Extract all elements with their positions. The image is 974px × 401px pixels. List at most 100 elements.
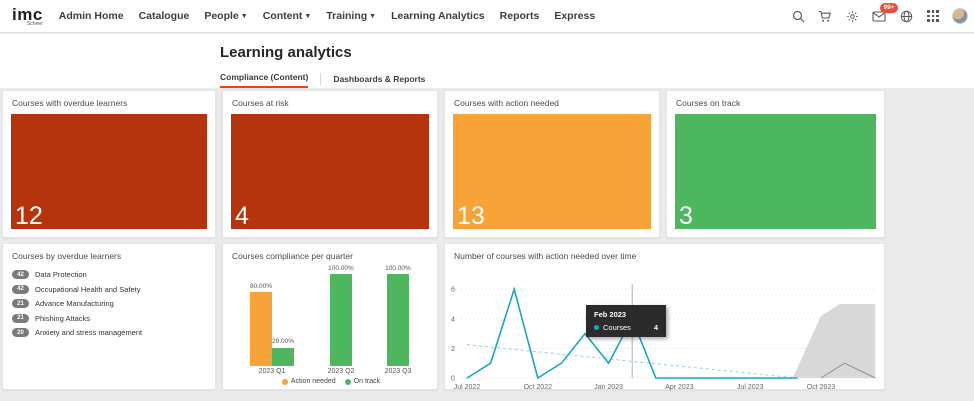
kpi-value: 3 [679, 203, 693, 229]
kpi-color-block: 3 [675, 114, 876, 229]
list-card-title: Courses by overdue learners [12, 251, 121, 261]
kpi-title: Courses at risk [232, 98, 289, 108]
kpi-color-block: 4 [231, 114, 429, 229]
x-axis-label: 2023 Q1 [242, 368, 302, 375]
svg-text:Jul 2022: Jul 2022 [454, 384, 481, 391]
svg-text:Oct 2022: Oct 2022 [524, 384, 553, 391]
course-name: Phishing Attacks [35, 314, 90, 323]
course-name: Occupational Health and Safety [35, 285, 140, 294]
legend-on-track[interactable]: On track [345, 378, 380, 385]
bar-chart-plot: 80.00% 20.00% 100.00% 100.00% [223, 274, 439, 366]
overdue-course-list: 42 Data Protection 42 Occupational Healt… [12, 270, 207, 343]
list-item[interactable]: 21 Advance Manufacturing [12, 299, 207, 308]
cart-icon[interactable] [817, 8, 833, 24]
page-title: Learning analytics [220, 44, 352, 61]
top-navbar: imc Scheer Admin Home Catalogue People▼ … [0, 0, 974, 33]
bar-value-label: 20.00% [261, 338, 305, 345]
legend-action-needed[interactable]: Action needed [282, 378, 336, 385]
line-chart-title: Number of courses with action needed ove… [454, 251, 636, 261]
svg-text:6: 6 [451, 287, 455, 294]
bar-chart-legend: Action needed On track [223, 378, 439, 385]
svg-text:Jul 2023: Jul 2023 [737, 384, 764, 391]
svg-text:Apr 2023: Apr 2023 [665, 384, 694, 391]
legend-label: On track [354, 378, 380, 385]
list-item[interactable]: 20 Anxiety and stress management [12, 328, 207, 337]
nav-reports[interactable]: Reports [500, 10, 540, 22]
x-axis-label: 2023 Q3 [368, 368, 428, 375]
user-avatar[interactable] [952, 8, 968, 24]
card-courses-by-overdue-learners: Courses by overdue learners 42 Data Prot… [2, 243, 216, 390]
kpi-value: 13 [457, 203, 485, 229]
card-compliance-per-quarter: Courses compliance per quarter 80.00% 20… [222, 243, 438, 390]
chevron-down-icon: ▼ [369, 13, 376, 20]
bar-q1-on-track[interactable]: 20.00% [272, 274, 294, 366]
globe-icon[interactable] [898, 8, 914, 24]
tab-dashboards-reports[interactable]: Dashboards & Reports [333, 74, 425, 88]
legend-dot [282, 379, 288, 385]
kpi-title: Courses with overdue learners [12, 98, 127, 108]
logo-text: imc [12, 6, 43, 23]
nav-admin-home[interactable]: Admin Home [59, 10, 124, 22]
search-icon[interactable] [790, 8, 806, 24]
course-name: Anxiety and stress management [35, 328, 142, 337]
list-item[interactable]: 21 Phishing Attacks [12, 314, 207, 323]
svg-text:4: 4 [451, 316, 455, 323]
count-badge: 42 [12, 270, 29, 279]
legend-dot [345, 379, 351, 385]
bar-chart-title: Courses compliance per quarter [232, 251, 353, 261]
kpi-card-courses-at-risk[interactable]: Courses at risk 4 [222, 90, 438, 238]
tab-divider [320, 73, 321, 85]
kpi-title: Courses on track [676, 98, 740, 108]
card-action-needed-over-time: Number of courses with action needed ove… [444, 243, 885, 390]
svg-text:2: 2 [451, 346, 455, 353]
kpi-color-block: 13 [453, 114, 651, 229]
list-item[interactable]: 42 Occupational Health and Safety [12, 285, 207, 294]
navbar-actions: 99+ [790, 8, 974, 24]
kpi-color-block: 12 [11, 114, 207, 229]
count-badge: 21 [12, 314, 29, 323]
tab-bar: Compliance (Content) Dashboards & Report… [220, 72, 425, 89]
imc-logo[interactable]: imc Scheer [12, 6, 43, 27]
nav-catalogue[interactable]: Catalogue [139, 10, 190, 22]
svg-text:Oct 2023: Oct 2023 [807, 384, 836, 391]
bar-q1-action-needed[interactable]: 80.00% [250, 274, 272, 366]
kpi-value: 12 [15, 203, 43, 229]
page-header: Learning analytics Compliance (Content) … [0, 34, 974, 88]
x-axis-label: 2023 Q2 [311, 368, 371, 375]
bar[interactable] [250, 292, 272, 366]
nav-express[interactable]: Express [554, 10, 595, 22]
nav-training[interactable]: Training▼ [326, 10, 376, 22]
nav-people[interactable]: People▼ [204, 10, 247, 22]
count-badge: 42 [12, 285, 29, 294]
chart-tooltip: Feb 2023 Courses 4 [586, 305, 666, 337]
tooltip-value: 4 [654, 323, 658, 332]
kpi-card-on-track[interactable]: Courses on track 3 [666, 90, 885, 238]
bar[interactable] [272, 348, 294, 366]
nav-learning-analytics[interactable]: Learning Analytics [391, 10, 485, 22]
dashboard-content: Courses with overdue learners 12 Courses… [0, 88, 974, 401]
bar[interactable] [387, 274, 409, 366]
notification-badge: 99+ [880, 3, 898, 13]
bar-value-label: 100.00% [376, 265, 420, 272]
course-name: Advance Manufacturing [35, 299, 114, 308]
svg-text:Jan 2023: Jan 2023 [594, 384, 623, 391]
list-item[interactable]: 42 Data Protection [12, 270, 207, 279]
svg-text:0: 0 [451, 376, 455, 383]
messages-icon[interactable]: 99+ [871, 8, 887, 24]
apps-grid-icon[interactable] [925, 8, 941, 24]
count-badge: 21 [12, 299, 29, 308]
count-badge: 20 [12, 328, 29, 337]
bar-value-label: 100.00% [319, 265, 363, 272]
chevron-down-icon: ▼ [241, 13, 248, 20]
kpi-card-action-needed[interactable]: Courses with action needed 13 [444, 90, 660, 238]
bar-q3-on-track[interactable]: 100.00% [387, 274, 409, 366]
tab-compliance-content[interactable]: Compliance (Content) [220, 72, 308, 89]
kpi-card-overdue-learners[interactable]: Courses with overdue learners 12 [2, 90, 216, 238]
line-chart-plot[interactable]: 0 2 4 6 Jul 2022 Oct 2022 Jan 2023 Apr 2023 Jul … [447, 268, 883, 394]
chevron-down-icon: ▼ [304, 13, 311, 20]
nav-content[interactable]: Content▼ [263, 10, 312, 22]
legend-label: Action needed [291, 378, 336, 385]
settings-gear-icon[interactable] [844, 8, 860, 24]
bar-q2-on-track[interactable]: 100.00% [330, 274, 352, 366]
bar[interactable] [330, 274, 352, 366]
